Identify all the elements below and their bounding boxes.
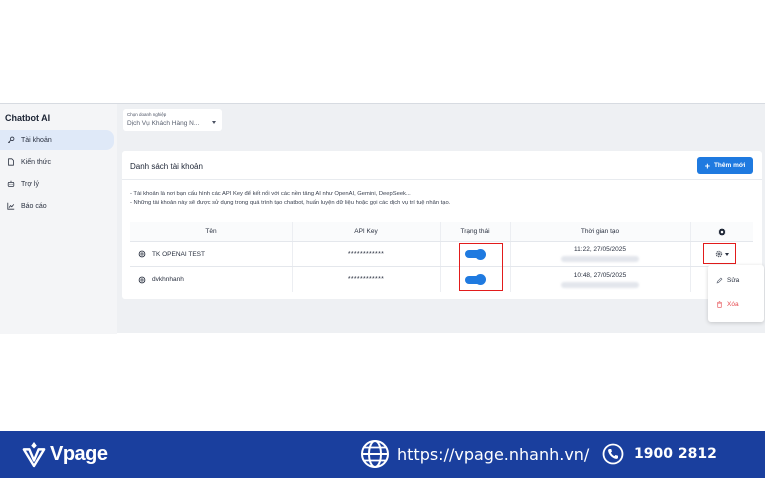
app-brand: Chatbot AI [5, 113, 51, 123]
delete-label: Xóa [727, 301, 739, 308]
sidebar-item-knowledge[interactable]: Kiến thức [0, 152, 114, 172]
table-row[interactable]: dvkhnhanh ************ 10:48, 27/05/2025 [130, 267, 753, 292]
edit-label: Sửa [727, 277, 740, 284]
card-title: Danh sách tài khoản [130, 162, 203, 171]
document-icon [7, 158, 15, 166]
header-name: Tên [205, 228, 217, 235]
sidebar-item-reports[interactable]: Báo cáo [0, 196, 114, 216]
blurred-info [561, 256, 639, 262]
enterprise-select-value: Dịch Vụ Khách Hàng N... [127, 120, 200, 127]
openai-icon [138, 250, 146, 258]
sidebar-item-label: Báo cáo [21, 202, 47, 210]
description-line: - Những tài khoản này sẽ được sử dụng tr… [130, 200, 451, 206]
actions-highlight-box [703, 243, 736, 264]
header-api-key: API Key [354, 228, 378, 235]
page: Chatbot AI Tài khoản Kiến thức Trợ lý Bá… [0, 0, 765, 478]
account-list-card: Danh sách tài khoản + Thêm mới - Tài kho… [122, 151, 762, 299]
delete-menu-item[interactable]: Xóa [716, 301, 739, 308]
website-url: https://vpage.nhanh.vn/ [397, 444, 590, 464]
key-icon [7, 136, 15, 144]
enterprise-select-label: Chọn doanh nghiệp [127, 112, 167, 117]
sidebar-item-label: Trợ lý [21, 180, 39, 188]
table-row[interactable]: TK OPENAI TEST ************ 11:22, 27/05… [130, 242, 753, 267]
phone-icon [602, 443, 624, 465]
row-action-menu: Sửa Xóa [708, 265, 764, 322]
assistant-icon [7, 180, 15, 188]
vpage-brand-name: Vpage [50, 442, 108, 465]
account-name: dvkhnhanh [152, 276, 184, 283]
sidebar-item-accounts[interactable]: Tài khoản [0, 130, 114, 150]
account-name-cell: dvkhnhanh [130, 267, 292, 292]
gear-icon[interactable] [690, 222, 753, 241]
sidebar-item-label: Tài khoản [21, 136, 52, 144]
enterprise-select[interactable]: Chọn doanh nghiệp Dịch Vụ Khách Hàng N..… [123, 109, 222, 131]
vpage-logo: Vpage [22, 439, 108, 469]
openai-icon [138, 276, 146, 284]
chatbot-app-screenshot: Chatbot AI Tài khoản Kiến thức Trợ lý Bá… [0, 103, 765, 334]
vpage-logo-icon [22, 442, 46, 468]
edit-menu-item[interactable]: Sửa [716, 277, 739, 284]
globe-icon [361, 440, 389, 468]
created-time-cell: 10:48, 27/05/2025 [510, 267, 690, 292]
divider [122, 179, 762, 180]
api-key-masked: ************ [347, 250, 385, 258]
created-time: 10:48, 27/05/2025 [573, 271, 627, 279]
description-line: - Tài khoản là nơi bạn cấu hình các API … [130, 191, 411, 197]
add-new-label: Thêm mới [713, 162, 746, 169]
created-time: 11:22, 27/05/2025 [574, 246, 626, 253]
add-new-button[interactable]: + Thêm mới [697, 157, 753, 174]
trash-icon [717, 301, 722, 308]
created-time-cell: 11:22, 27/05/2025 [510, 242, 690, 266]
header-status: Trạng thái [460, 228, 490, 235]
table-header-row: Tên API Key Trạng thái Thời gian tạo [130, 222, 753, 242]
hotline[interactable]: 1900 2812 [602, 439, 717, 469]
website-link[interactable]: https://vpage.nhanh.vn/ [360, 439, 589, 469]
chevron-down-icon [212, 121, 216, 124]
api-key-masked: ************ [347, 276, 385, 283]
account-name-cell: TK OPENAI TEST [130, 242, 292, 266]
pencil-icon [716, 277, 723, 284]
sidebar: Chatbot AI Tài khoản Kiến thức Trợ lý Bá… [0, 104, 117, 334]
header-created-time: Thời gian tạo [580, 228, 620, 235]
blurred-info [561, 281, 639, 288]
footer-banner: Vpage https://vpage.nhanh.vn/ 1900 2812 [0, 431, 765, 478]
phone-number: 1900 2812 [634, 446, 717, 462]
status-highlight-box [459, 243, 503, 291]
sidebar-item-label: Kiến thức [21, 158, 51, 166]
chart-icon [7, 202, 15, 210]
plus-icon: + [704, 160, 710, 171]
account-name: TK OPENAI TEST [152, 250, 205, 258]
sidebar-item-assistant[interactable]: Trợ lý [0, 174, 114, 194]
